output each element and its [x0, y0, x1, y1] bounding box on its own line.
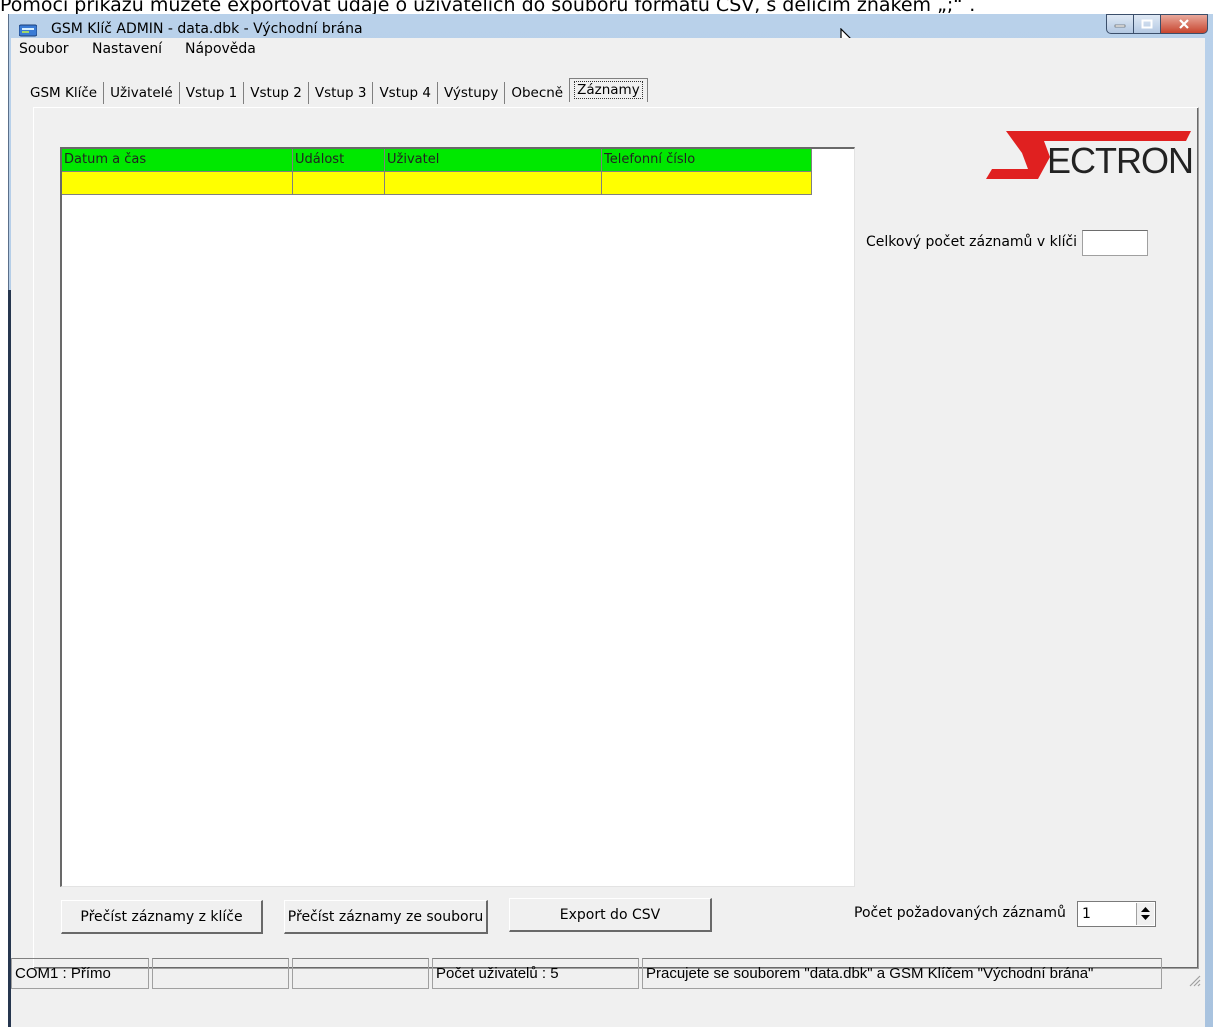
app-icon [19, 24, 37, 37]
column-header-user[interactable]: Uživatel [385, 149, 602, 172]
export-csv-button[interactable]: Export do CSV [509, 898, 712, 932]
close-icon [1179, 19, 1189, 29]
tab-gsm-keys[interactable]: GSM Klíče [24, 82, 103, 104]
requested-records-label: Počet požadovaných záznamů [854, 905, 1066, 921]
tab-records-label: Záznamy [574, 81, 643, 99]
menu-file[interactable]: Soubor [19, 41, 69, 57]
column-header-datetime[interactable]: Datum a čas [62, 149, 293, 172]
tab-input-3[interactable]: Vstup 3 [307, 82, 373, 104]
close-button[interactable] [1161, 14, 1208, 34]
total-records-label: Celkový počet záznamů v klíči [866, 234, 1078, 250]
status-port: COM1 : Přímo [11, 958, 149, 989]
maximize-icon [1141, 19, 1153, 29]
read-from-file-button[interactable]: Přečíst záznamy ze souboru [284, 900, 488, 934]
column-header-phone[interactable]: Telefonní číslo [602, 149, 812, 172]
records-grid[interactable]: Datum a čas Událost Uživatel Telefonní č… [60, 147, 855, 887]
window-title: GSM Klíč ADMIN - data.dbk - Východní brá… [51, 21, 363, 37]
requested-records-spinner[interactable]: 1 [1077, 901, 1156, 927]
grid-header: Datum a čas Událost Uživatel Telefonní č… [62, 149, 812, 172]
tab-strip: GSM Klíče Uživatelé Vstup 1 Vstup 2 Vstu… [24, 78, 648, 104]
status-segment-3 [292, 958, 429, 989]
menu-settings[interactable]: Nastavení [92, 41, 162, 57]
read-from-key-button[interactable]: Přečíst záznamy z klíče [61, 900, 263, 934]
client-area: Soubor Nastavení Nápověda GSM Klíče Uživ… [11, 38, 1205, 1027]
grid-cell[interactable] [602, 172, 812, 195]
tab-input-1[interactable]: Vstup 1 [178, 82, 244, 104]
status-segment-2 [152, 958, 289, 989]
grid-cell[interactable] [62, 172, 293, 195]
menu-bar: Soubor Nastavení Nápověda [11, 38, 1205, 60]
grid-cell[interactable] [293, 172, 385, 195]
spinner-buttons[interactable] [1136, 903, 1154, 925]
resize-grip-icon[interactable] [1187, 973, 1201, 987]
spinner-down-icon [1141, 915, 1150, 920]
tab-general[interactable]: Obecně [504, 82, 569, 104]
table-row[interactable] [62, 172, 812, 195]
tab-input-2[interactable]: Vstup 2 [243, 82, 308, 104]
tab-users[interactable]: Uživatelé [103, 82, 179, 104]
tab-records[interactable]: Záznamy [569, 78, 648, 102]
status-bar: COM1 : Přímo Počet uživatelů : 5 Pracuje… [11, 958, 1205, 989]
status-message: Pracujete se souborem "data.dbk" a GSM K… [642, 958, 1162, 989]
status-user-count: Počet uživatelů : 5 [432, 958, 639, 989]
total-records-field[interactable] [1082, 230, 1148, 256]
grid-cell[interactable] [385, 172, 602, 195]
menu-help[interactable]: Nápověda [185, 41, 256, 57]
tab-input-4[interactable]: Vstup 4 [372, 82, 437, 104]
logo-text: ECTRON [1047, 140, 1194, 181]
spinner-up-icon [1141, 907, 1150, 912]
column-header-event[interactable]: Událost [293, 149, 385, 172]
tab-outputs[interactable]: Výstupy [437, 82, 504, 104]
minimize-icon [1114, 24, 1126, 28]
maximize-button[interactable] [1134, 14, 1161, 34]
requested-records-value: 1 [1082, 906, 1091, 922]
minimize-button[interactable] [1106, 14, 1134, 34]
